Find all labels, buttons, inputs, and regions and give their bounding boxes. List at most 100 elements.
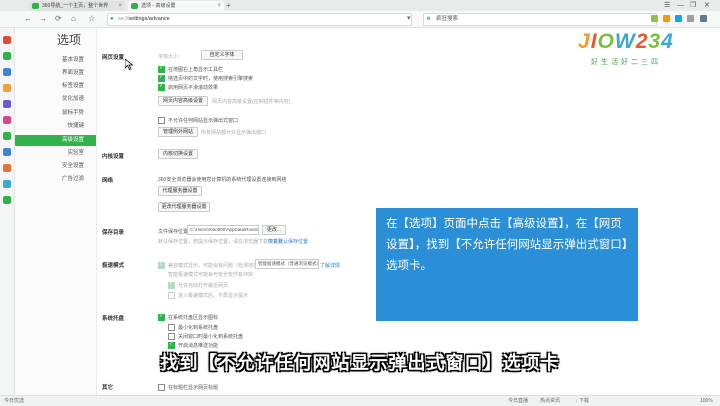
title-bar-checkbox[interactable]	[158, 384, 165, 391]
content-settings-note: 网页内容高级设置(控制插件等内容)	[212, 99, 291, 105]
custom-font-button[interactable]: 自定义字体	[201, 50, 243, 60]
close-to-tray-label: 关闭窗口时最小化到系统托盘	[178, 334, 244, 340]
compat-mode-checkbox[interactable]	[158, 261, 165, 269]
tab-bar: 360导航_一个主页，整个世界 × 选项 - 高级设置 × + ☰ — ❐ ✕	[0, 0, 720, 11]
download-path-input[interactable]: C:\Users\Xiao900\AppData\Roaming\360se6	[187, 225, 259, 235]
search-engine-icon: e	[427, 16, 431, 22]
page-title: 选项	[57, 33, 82, 47]
sidebar-app-icon[interactable]	[3, 36, 11, 44]
navigation-bar: ← → ⟳ ⌂ ☆ ● se://settings/advance ▾ e 疯狂…	[0, 11, 720, 28]
brand-letter: 4	[661, 30, 674, 53]
settings-sidebar: 选项 基本设置 界面设置 标签设置 优化加速 鼠标手势 快捷键 高级设置 实验室…	[15, 28, 97, 395]
nav-security[interactable]: 安全设置	[15, 161, 96, 172]
nav-shortcut[interactable]: 快捷键	[15, 121, 96, 132]
block-popup-checkbox[interactable]	[158, 117, 165, 124]
forward-button[interactable]: →	[39, 14, 47, 24]
tab-label: 360导航_一个主页，整个世界	[42, 3, 109, 9]
nav-ad-filter[interactable]: 广告过滤	[15, 174, 96, 185]
title-bar-label: 在标题栏显示网页标题	[168, 385, 219, 391]
sidebar-app-icon[interactable]	[3, 148, 11, 156]
tray-icon-checkbox[interactable]	[158, 313, 165, 321]
restore-default-path-link[interactable]: 恢复默认保存位置	[268, 238, 308, 245]
home-button[interactable]: ⌂	[71, 14, 76, 24]
brand-letter: I	[590, 30, 598, 53]
nav-lab[interactable]: 实验室	[15, 148, 96, 159]
compat-note: 智能极速模式可能会与安全软件有冲突	[168, 272, 254, 278]
dropdown-icon[interactable]: ▾	[407, 14, 411, 24]
change-proxy-button[interactable]: 更改代理服务器设置	[158, 202, 210, 212]
nav-advanced-settings[interactable]: 高级设置	[15, 135, 96, 146]
extension-icon[interactable]	[663, 15, 670, 22]
sidebar-app-icon[interactable]	[3, 116, 11, 124]
tab-label: 选项 - 高级设置	[141, 3, 176, 9]
minimize-to-tray-label: 最小化到系统托盘	[178, 325, 219, 331]
change-path-button[interactable]: 更改...	[262, 225, 286, 235]
kernel-switch-button[interactable]: 内核切换设置	[158, 149, 198, 159]
new-tab-button[interactable]: +	[226, 0, 231, 11]
tab-settings[interactable]: 选项 - 高级设置 ×	[128, 1, 224, 11]
extension-icon[interactable]	[687, 15, 694, 22]
refresh-button[interactable]: ⟳	[55, 14, 62, 24]
open-recent-checkbox[interactable]	[168, 281, 175, 289]
mouse-cursor-icon	[125, 59, 133, 70]
address-host: se://	[118, 16, 129, 22]
nav-basic-settings[interactable]: 基本设置	[15, 55, 96, 66]
sidebar-app-icon[interactable]	[3, 52, 11, 60]
proxy-settings-button[interactable]: 代理服务器设置	[158, 186, 202, 196]
maximize-button[interactable]: ❐	[690, 0, 696, 11]
brand-letter: 3	[648, 30, 662, 53]
secure-icon: ●	[110, 16, 114, 22]
push-message-label: 开启消息推送功能	[178, 343, 219, 349]
no-prompt-checkbox[interactable]	[168, 292, 175, 299]
extension-icon[interactable]	[675, 15, 682, 22]
nav-mouse-gesture[interactable]: 鼠标手势	[15, 108, 96, 119]
minimize-button[interactable]: —	[677, 0, 684, 11]
sidebar-app-icon[interactable]	[3, 164, 11, 172]
sidebar-app-icon[interactable]	[3, 180, 11, 188]
compat-learn-more-link[interactable]: 了解详情	[320, 262, 340, 269]
drag-search-checkbox[interactable]	[158, 74, 165, 82]
close-icon[interactable]: ×	[217, 1, 221, 11]
manage-exceptions-button[interactable]: 管理例外网站	[158, 127, 198, 137]
close-window-button[interactable]: ✕	[704, 0, 710, 11]
brand-logo-word: JIOW234	[578, 30, 674, 54]
sidebar-app-icon[interactable]	[3, 100, 11, 108]
menu-icon[interactable]: ☰	[664, 0, 670, 11]
compat-mode-label: 兼容模式显示，可能会有问题（检测地址）	[168, 263, 264, 269]
extension-icon[interactable]	[651, 15, 658, 22]
nav-interface-settings[interactable]: 界面设置	[15, 68, 96, 79]
push-message-checkbox[interactable]	[168, 341, 175, 349]
search-input[interactable]: e 疯狂搜索	[423, 13, 657, 26]
address-path: settings/advance	[128, 16, 170, 22]
compat-mode-select[interactable]: 智能极速模式（普通浏览模式）	[255, 259, 319, 269]
block-popup-label: 不允许任何网站显示弹出式窗口	[168, 118, 239, 124]
font-size-label: 字体大小：	[158, 54, 184, 60]
close-to-tray-checkbox[interactable]	[168, 333, 175, 340]
no-prompt-label: 进入极速模式后，不再显示提示	[178, 293, 249, 299]
minimize-to-tray-checkbox[interactable]	[168, 324, 175, 331]
brand-letter: O	[597, 30, 615, 53]
content-settings-button[interactable]: 网页内容高级设置	[158, 96, 208, 106]
browser-sidebar	[0, 28, 15, 395]
back-button[interactable]: ←	[24, 14, 32, 24]
nav-tab-settings[interactable]: 标签设置	[15, 81, 96, 92]
360-tab-icon	[32, 3, 39, 9]
tab-360-home[interactable]: 360导航_一个主页，整个世界 ×	[29, 1, 125, 11]
section-network-label: 网络	[102, 178, 114, 184]
toolbar-check-label: 在地图右上角显示工具栏	[168, 67, 224, 73]
favorite-star-icon[interactable]: ☆	[88, 14, 95, 24]
toolbar-checkbox[interactable]	[158, 65, 165, 73]
sidebar-app-icon[interactable]	[3, 132, 11, 140]
brand-slogan: 好生活好二三四	[591, 59, 661, 66]
sidebar-app-icon[interactable]	[3, 84, 11, 92]
section-tray-label: 系统托盘	[102, 316, 125, 322]
brand-letter: 2	[635, 30, 649, 53]
sidebar-app-icon[interactable]	[3, 196, 11, 204]
smooth-scroll-checkbox[interactable]	[158, 83, 165, 91]
address-bar[interactable]: ● se://settings/advance	[107, 13, 412, 26]
menu-icon[interactable]	[700, 15, 707, 22]
close-icon[interactable]: ×	[118, 1, 122, 11]
section-switch-label: 内核设置	[102, 154, 125, 160]
sidebar-app-icon[interactable]	[3, 68, 11, 76]
nav-optimize[interactable]: 优化加速	[15, 94, 96, 105]
